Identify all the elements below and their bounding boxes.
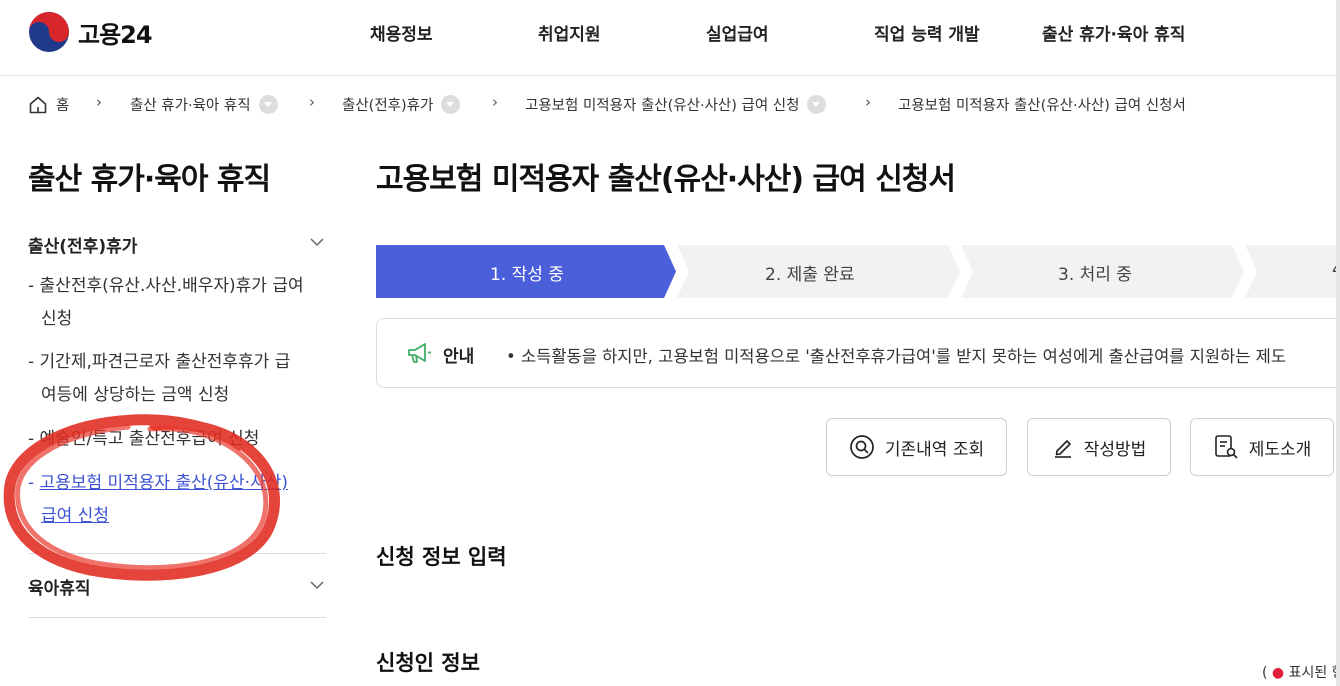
- required-dot-icon: ●: [1271, 665, 1285, 681]
- history-lookup-label: 기존내역 조회: [884, 439, 985, 460]
- nav-employment-support[interactable]: 취업지원: [538, 20, 601, 45]
- sidebar-section-parental-leave[interactable]: 육아휴직: [28, 574, 91, 599]
- how-to-write-button[interactable]: 작성방법: [1027, 418, 1171, 476]
- search-circle-icon: [850, 435, 874, 459]
- breadcrumb-item-label: 출산 휴가·육아 휴직: [130, 98, 251, 114]
- step-4-bg: [1244, 245, 1340, 298]
- sidebar-divider: [28, 553, 326, 554]
- breadcrumb-home[interactable]: 홈: [28, 94, 69, 115]
- sidebar-item-fixed-term-worker[interactable]: - 기간제,파견근로자 출산전후휴가 급 여등에 상당하는 금액 신청: [28, 346, 328, 412]
- step-2-label: 2. 제출 완료: [765, 265, 855, 285]
- page-title: 고용보험 미적용자 출산(유산·사산) 급여 신청서: [376, 162, 956, 197]
- chevron-right-icon: ›: [309, 93, 315, 111]
- pencil-icon: [1054, 440, 1071, 458]
- breadcrumb-item-label: 고용보험 미적용자 출산(유산·사산) 급여 신청: [525, 98, 800, 114]
- chevron-down-icon[interactable]: [441, 95, 461, 114]
- list-bullet: -: [28, 352, 40, 372]
- sidebar-item-label: 예술인/특고 출산전후급여 신청: [39, 429, 260, 449]
- sidebar-item-maternity-benefit[interactable]: - 출산전후(유산.사산.배우자)휴가 급여 신청: [28, 270, 328, 336]
- sidebar-item-artist-freelancer[interactable]: - 예술인/특고 출산전후급여 신청: [28, 423, 328, 456]
- megaphone-icon: [408, 343, 431, 363]
- breadcrumb-item-label: 고용보험 미적용자 출산(유산·사산) 급여 신청서: [898, 98, 1186, 114]
- step-1-label: 1. 작성 중: [490, 265, 564, 285]
- legend-paren: (: [1262, 665, 1268, 681]
- section-title-apply-info: 신청 정보 입력: [376, 545, 507, 569]
- chevron-right-icon: ›: [865, 93, 871, 111]
- legend-text: 표시된 항목: [1288, 665, 1340, 681]
- list-bullet: -: [28, 276, 40, 296]
- nav-maternity-parental-leave[interactable]: 출산 휴가·육아 휴직: [1042, 20, 1185, 45]
- chevron-right-icon: ›: [492, 93, 498, 111]
- sidebar-item-label-cont: 신청: [41, 309, 73, 329]
- breadcrumb-item-label: 출산(전후)휴가: [342, 98, 434, 114]
- how-to-write-label: 작성방법: [1083, 439, 1147, 460]
- sidebar-item-label: 고용보험 미적용자 출산(유산·사산): [39, 473, 288, 493]
- site-header: 고용24 채용정보 취업지원 실업급여 직업 능력 개발 출산 휴가·육아 휴직: [0, 0, 1340, 76]
- step-3-label: 3. 처리 중: [1058, 265, 1132, 285]
- breadcrumb-item-2[interactable]: 출산(전후)휴가: [342, 94, 461, 115]
- notice-label: 안내: [443, 347, 475, 367]
- sidebar-item-label-cont: 여등에 상당하는 금액 신청: [41, 385, 230, 405]
- site-logo[interactable]: 고용24: [28, 11, 153, 53]
- sidebar-section-maternity-leave[interactable]: 출산(전후)휴가: [28, 232, 137, 257]
- chevron-down-icon[interactable]: [807, 95, 827, 114]
- chevron-down-icon[interactable]: [310, 237, 324, 247]
- program-intro-button[interactable]: 제도소개: [1190, 418, 1334, 476]
- notice-text: • 소득활동을 하지만, 고용보험 미적용으로 '출산전후휴가급여'를 받지 못…: [506, 347, 1287, 366]
- section-title-applicant-info: 신청인 정보: [376, 651, 480, 675]
- breadcrumb-item-current: 고용보험 미적용자 출산(유산·사산) 급여 신청서: [898, 94, 1186, 115]
- home-icon: [29, 96, 47, 113]
- list-bullet: -: [28, 473, 40, 493]
- sidebar-divider: [28, 617, 326, 618]
- program-intro-label: 제도소개: [1248, 439, 1312, 460]
- chevron-down-icon[interactable]: [258, 95, 278, 114]
- sidebar-item-uninsured-benefit[interactable]: - 고용보험 미적용자 출산(유산·사산) 급여 신청: [28, 467, 328, 533]
- sidebar-title: 출산 휴가·육아 휴직: [28, 162, 271, 197]
- sidebar-item-label-cont: 급여 신청: [41, 506, 109, 526]
- nav-unemployment-benefit[interactable]: 실업급여: [706, 20, 769, 45]
- breadcrumb-home-label: 홈: [56, 98, 70, 114]
- nav-job-skills[interactable]: 직업 능력 개발: [874, 20, 980, 45]
- required-legend: ( ● 표시된 항목: [1262, 662, 1340, 682]
- sidebar-item-label: 출산전후(유산.사산.배우자)휴가 급여: [39, 276, 304, 296]
- logo-text: 고용24: [78, 20, 153, 49]
- document-search-icon: [1214, 435, 1238, 459]
- list-bullet: -: [28, 429, 40, 449]
- chevron-right-icon: ›: [96, 93, 102, 111]
- breadcrumb-item-1[interactable]: 출산 휴가·육아 휴직: [130, 94, 278, 115]
- chevron-down-icon[interactable]: [310, 580, 324, 590]
- scrollbar[interactable]: [1336, 0, 1340, 686]
- history-lookup-button[interactable]: 기존내역 조회: [826, 418, 1007, 476]
- sidebar-item-label: 기간제,파견근로자 출산전후휴가 급: [39, 352, 291, 372]
- breadcrumb-item-3[interactable]: 고용보험 미적용자 출산(유산·사산) 급여 신청: [525, 94, 827, 115]
- taegeuk-logo-icon: [29, 12, 69, 52]
- nav-job-info[interactable]: 채용정보: [370, 20, 433, 45]
